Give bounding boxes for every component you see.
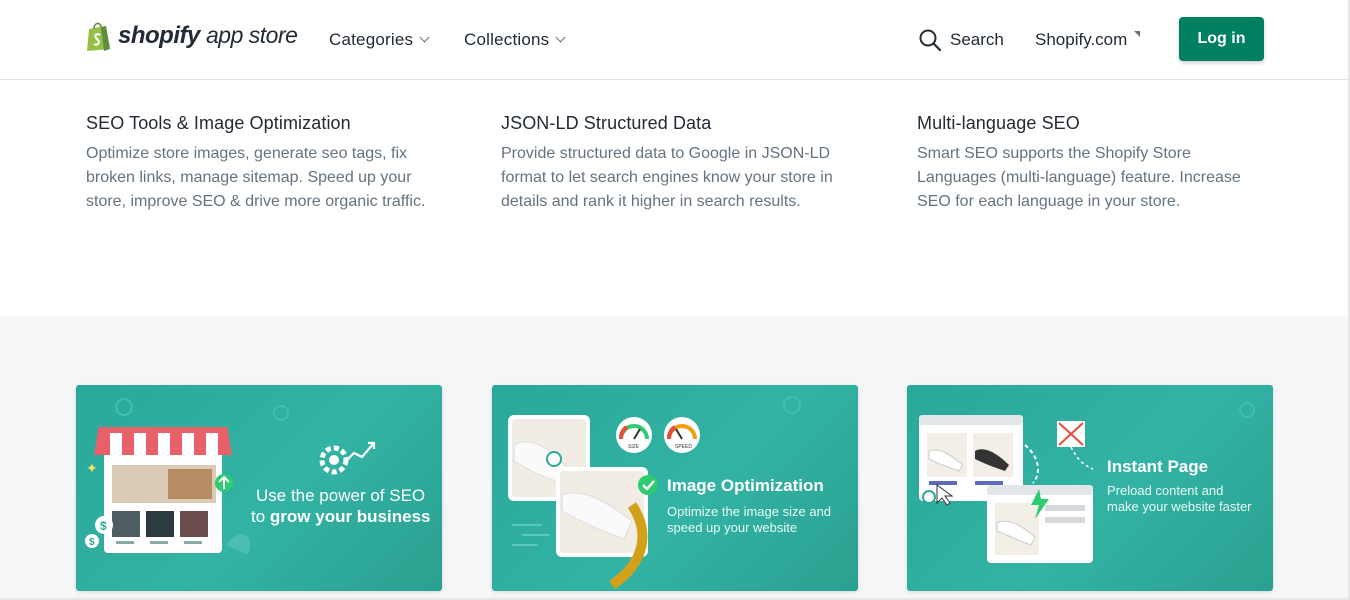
- feature-title: JSON-LD Structured Data: [501, 113, 712, 133]
- screenshot-gallery: $ $ ✦ Use the power of SEO to grow your …: [0, 316, 1348, 600]
- nav-collections-label: Collections: [464, 30, 550, 49]
- svg-text:✦: ✦: [86, 461, 98, 477]
- card-subtitle: Optimize the image size and speed up you…: [667, 504, 832, 535]
- external-link-icon: [1134, 31, 1141, 37]
- feature-description: Provide structured data to Google in JSO…: [501, 145, 833, 210]
- shopify-app-store-logo[interactable]: shopify app store: [85, 20, 298, 52]
- card-title: Instant Page: [1107, 457, 1209, 476]
- logo-text: shopify app store: [118, 22, 298, 49]
- login-button[interactable]: Log in: [1179, 17, 1264, 61]
- nav-collections[interactable]: Collections: [464, 0, 566, 80]
- svg-text:$: $: [100, 519, 107, 533]
- shopping-bag-icon: [87, 22, 110, 51]
- gallery-card-seo[interactable]: $ $ ✦ Use the power of SEO to grow your …: [76, 385, 442, 591]
- card-headline-bold: to grow your business: [251, 507, 431, 526]
- gallery-card-instant-page[interactable]: Instant Page Preload content and make yo…: [907, 385, 1273, 591]
- chevron-down-icon: [419, 32, 430, 43]
- search-icon: [919, 29, 942, 52]
- search-label: Search: [950, 30, 1004, 49]
- card-headline: Use the power of SEO: [256, 486, 426, 505]
- search-button[interactable]: Search: [918, 0, 1004, 80]
- shopify-com-label: Shopify.com: [1035, 30, 1128, 49]
- top-navigation: shopify app store Categories Collections…: [0, 0, 1350, 80]
- size-gauge-label: SIZE: [628, 444, 640, 450]
- svg-text:$: $: [89, 537, 95, 548]
- feature-seo-tools: SEO Tools & Image Optimization Optimize …: [86, 113, 456, 214]
- speed-gauge-label: SPEED: [675, 444, 692, 450]
- feature-json-ld: JSON-LD Structured Data Provide structur…: [501, 113, 871, 214]
- nav-categories[interactable]: Categories: [329, 0, 430, 80]
- feature-description: Smart SEO supports the Shopify Store Lan…: [917, 145, 1241, 210]
- gallery-card-image-optimization[interactable]: SIZE SPEED Image Optimization Optimize t…: [492, 385, 858, 591]
- nav-categories-label: Categories: [329, 30, 414, 49]
- feature-multi-language: Multi-language SEO Smart SEO supports th…: [917, 113, 1287, 214]
- card-subtitle: Preload content and make your website fa…: [1107, 483, 1252, 514]
- chevron-down-icon: [555, 32, 566, 43]
- feature-title: Multi-language SEO: [917, 113, 1080, 133]
- shopify-com-link[interactable]: Shopify.com: [1035, 0, 1141, 80]
- feature-title: SEO Tools & Image Optimization: [86, 113, 351, 133]
- feature-description: Optimize store images, generate seo tags…: [86, 145, 426, 210]
- card-title: Image Optimization: [667, 476, 824, 495]
